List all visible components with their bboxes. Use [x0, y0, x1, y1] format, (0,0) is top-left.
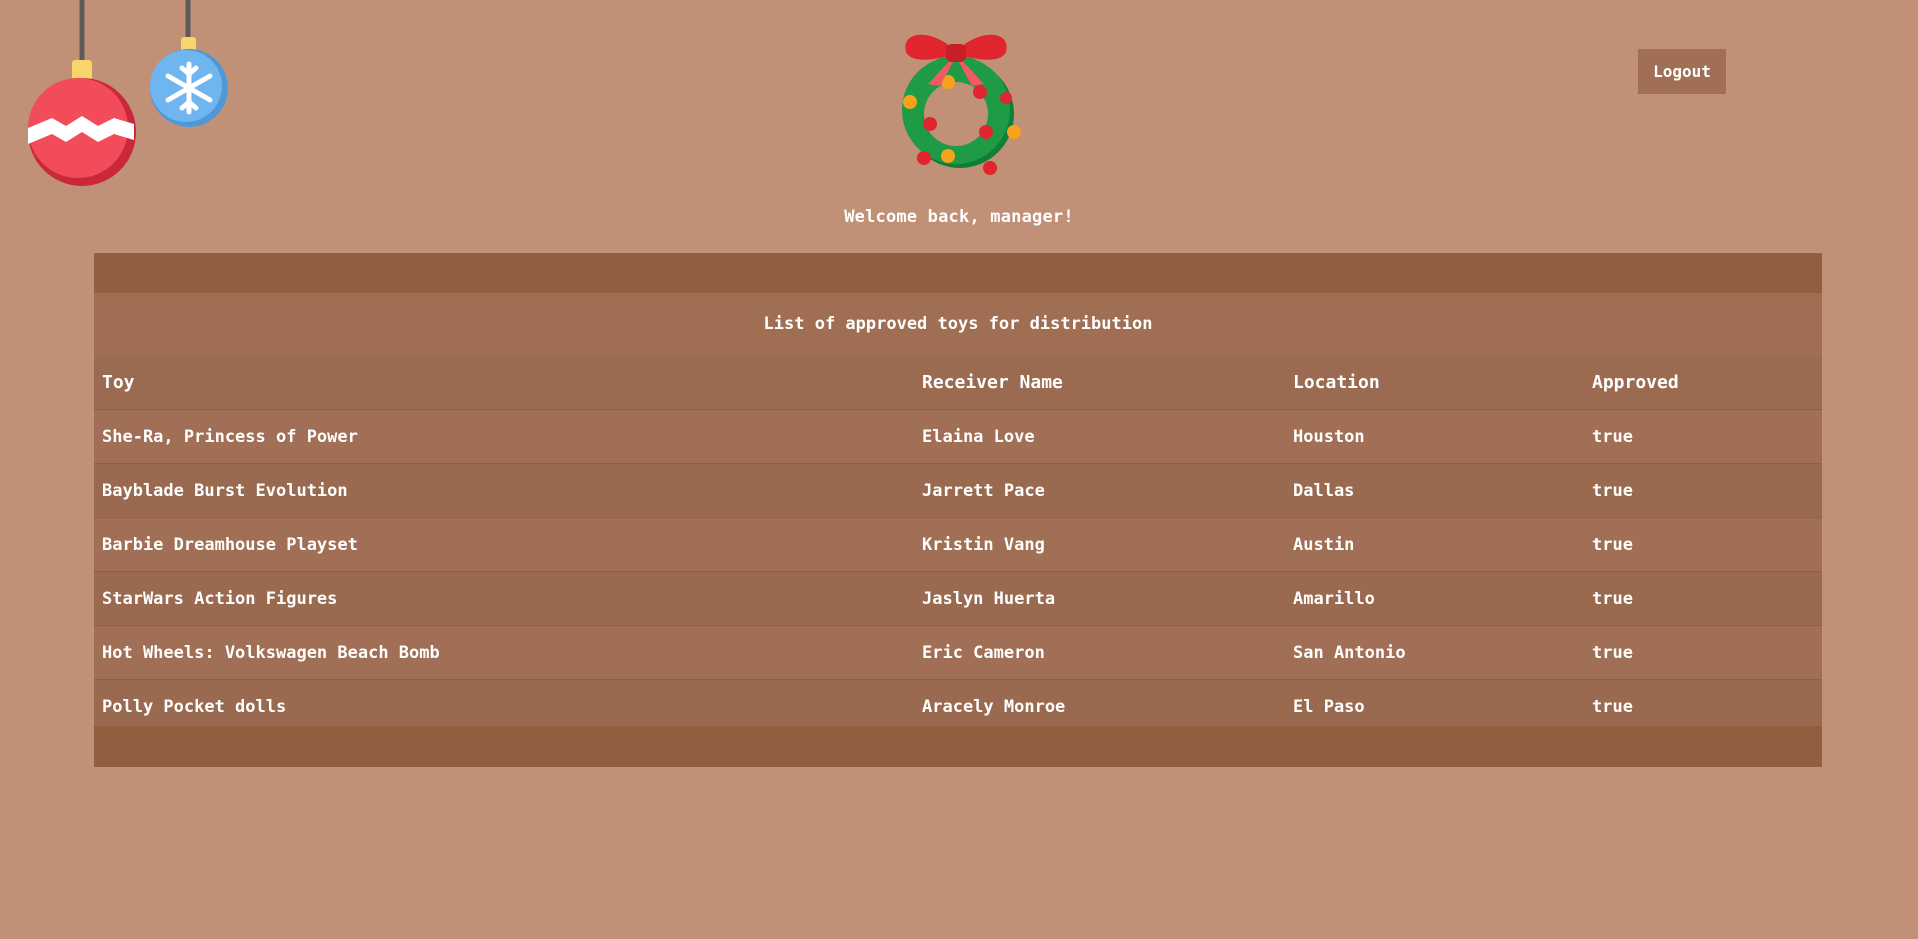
toy-cell: She-Ra, Princess of Power: [94, 409, 914, 464]
toy-cell: Polly Pocket dolls: [94, 679, 914, 733]
location-cell: Houston: [1285, 409, 1584, 464]
toy-cell: Hot Wheels: Volkswagen Beach Bomb: [94, 625, 914, 680]
table-row: She-Ra, Princess of Power Elaina Love Ho…: [94, 409, 1822, 464]
column-header-toy: Toy: [94, 356, 914, 410]
wreath-icon: [902, 34, 1021, 175]
snowflake-ornament-icon: [150, 0, 228, 127]
table-row: Hot Wheels: Volkswagen Beach Bomb Eric C…: [94, 625, 1822, 680]
column-header-location: Location: [1285, 356, 1584, 410]
table-caption: List of approved toys for distribution: [94, 293, 1822, 356]
receiver-cell: Eric Cameron: [914, 625, 1285, 680]
table-row: StarWars Action Figures Jaslyn Huerta Am…: [94, 571, 1822, 626]
approved-cell: true: [1584, 625, 1822, 680]
toy-cell: Barbie Dreamhouse Playset: [94, 517, 914, 572]
logout-button[interactable]: Logout: [1638, 49, 1726, 94]
location-cell: Dallas: [1285, 463, 1584, 518]
red-ornament-icon: [28, 0, 136, 186]
toy-cell: StarWars Action Figures: [94, 571, 914, 626]
toy-cell: Bayblade Burst Evolution: [94, 463, 914, 518]
approved-cell: true: [1584, 517, 1822, 572]
column-header-receiver-name: Receiver Name: [914, 356, 1285, 410]
location-cell: El Paso: [1285, 679, 1584, 733]
receiver-cell: Kristin Vang: [914, 517, 1285, 572]
receiver-cell: Elaina Love: [914, 409, 1285, 464]
page: Logout Welcome back, manager! List of ap…: [0, 0, 1918, 939]
approved-cell: true: [1584, 409, 1822, 464]
ornaments-decoration: [28, 0, 228, 186]
table-row: Barbie Dreamhouse Playset Kristin Vang A…: [94, 517, 1822, 572]
column-header-approved: Approved: [1584, 356, 1822, 410]
approved-cell: true: [1584, 679, 1822, 733]
panel-top-bar: [94, 253, 1822, 293]
receiver-cell: Jarrett Pace: [914, 463, 1285, 518]
location-cell: San Antonio: [1285, 625, 1584, 680]
location-cell: Austin: [1285, 517, 1584, 572]
table-row: Polly Pocket dolls Aracely Monroe El Pas…: [94, 679, 1822, 733]
table-header-row: Toy Receiver Name Location Approved: [94, 356, 1822, 410]
welcome-message: Welcome back, manager!: [844, 207, 1074, 227]
panel-bottom-bar: [94, 726, 1822, 767]
receiver-cell: Aracely Monroe: [914, 679, 1285, 733]
receiver-cell: Jaslyn Huerta: [914, 571, 1285, 626]
approved-cell: true: [1584, 571, 1822, 626]
table-row: Bayblade Burst Evolution Jarrett Pace Da…: [94, 463, 1822, 518]
approved-cell: true: [1584, 463, 1822, 518]
location-cell: Amarillo: [1285, 571, 1584, 626]
approved-toys-table: Toy Receiver Name Location Approved She-…: [94, 356, 1822, 733]
toys-panel: List of approved toys for distribution T…: [94, 253, 1822, 767]
